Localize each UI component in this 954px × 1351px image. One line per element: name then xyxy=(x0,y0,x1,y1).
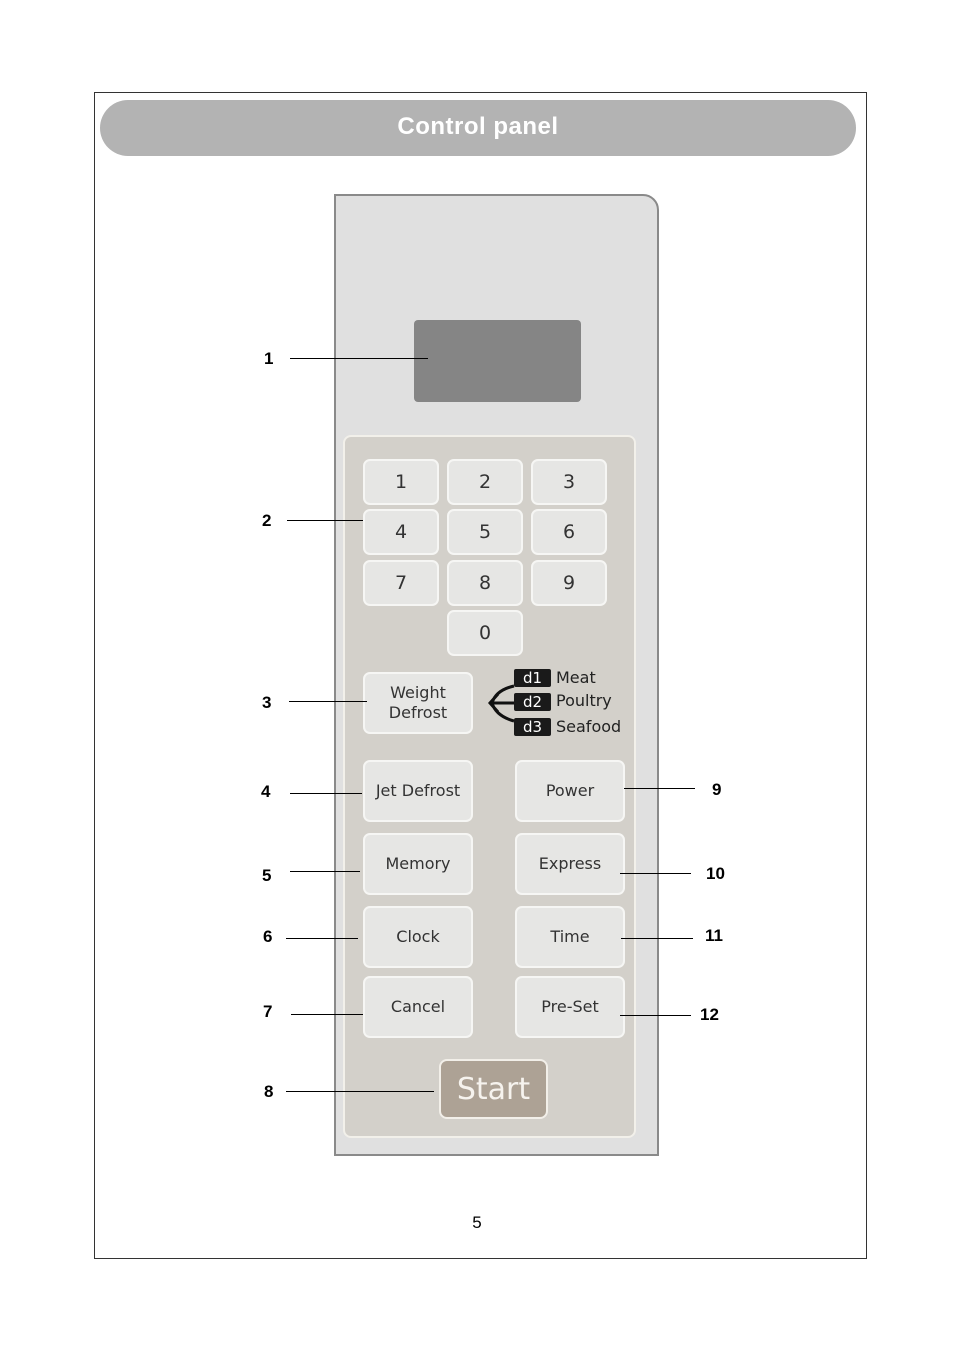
leader-line-1 xyxy=(290,358,428,359)
callout-3: 3 xyxy=(262,693,272,712)
callout-6: 6 xyxy=(263,927,273,946)
callout-5: 5 xyxy=(262,866,272,885)
callout-9: 9 xyxy=(712,780,722,799)
memory-button[interactable]: Memory xyxy=(363,833,473,895)
cancel-button[interactable]: Cancel xyxy=(363,976,473,1038)
weight-defrost-line1: Weight xyxy=(390,683,446,702)
key-9[interactable]: 9 xyxy=(531,560,607,606)
leader-line-2 xyxy=(287,520,363,521)
callout-10: 10 xyxy=(706,864,725,883)
leader-line-8 xyxy=(286,1091,434,1092)
callout-7: 7 xyxy=(263,1002,273,1021)
leader-line-9 xyxy=(624,788,695,789)
start-button[interactable]: Start xyxy=(439,1059,548,1119)
page-title: Control panel xyxy=(100,100,856,156)
callout-4: 4 xyxy=(261,782,271,801)
manual-page: Control panel 1 2 3 4 5 6 7 8 9 0 Weight… xyxy=(0,0,954,1351)
key-3[interactable]: 3 xyxy=(531,459,607,505)
leader-line-5 xyxy=(290,871,360,872)
callout-11: 11 xyxy=(705,926,723,945)
clock-button[interactable]: Clock xyxy=(363,906,473,968)
key-4[interactable]: 4 xyxy=(363,509,439,555)
jet-defrost-button[interactable]: Jet Defrost xyxy=(363,760,473,822)
key-8[interactable]: 8 xyxy=(447,560,523,606)
branch-arrow-icon xyxy=(487,684,515,723)
d2-label: Poultry xyxy=(556,691,612,710)
d1-label: Meat xyxy=(556,668,596,687)
weight-defrost-line2: Defrost xyxy=(388,703,448,722)
key-1[interactable]: 1 xyxy=(363,459,439,505)
key-5[interactable]: 5 xyxy=(447,509,523,555)
callout-12: 12 xyxy=(700,1005,719,1024)
callout-2: 2 xyxy=(262,511,272,530)
leader-line-12 xyxy=(620,1015,691,1016)
power-button[interactable]: Power xyxy=(515,760,625,822)
leader-line-6 xyxy=(286,938,358,939)
time-button[interactable]: Time xyxy=(515,906,625,968)
d3-label: Seafood xyxy=(556,717,622,736)
key-6[interactable]: 6 xyxy=(531,509,607,555)
express-button[interactable]: Express xyxy=(515,833,625,895)
callout-1: 1 xyxy=(264,349,274,368)
key-0[interactable]: 0 xyxy=(447,610,523,656)
leader-line-3 xyxy=(289,701,367,702)
callout-8: 8 xyxy=(264,1082,274,1101)
preset-button[interactable]: Pre-Set xyxy=(515,976,625,1038)
leader-line-10 xyxy=(620,873,691,874)
d3-tag: d3 xyxy=(514,718,551,736)
page-number: 5 xyxy=(472,1213,482,1232)
leader-line-7 xyxy=(291,1014,363,1015)
key-2[interactable]: 2 xyxy=(447,459,523,505)
d1-tag: d1 xyxy=(514,669,551,687)
d2-tag: d2 xyxy=(514,693,551,711)
key-7[interactable]: 7 xyxy=(363,560,439,606)
leader-line-11 xyxy=(621,938,693,939)
display-screen xyxy=(414,320,581,402)
leader-line-4 xyxy=(290,793,362,794)
weight-defrost-button[interactable]: Weight Defrost xyxy=(363,672,473,734)
